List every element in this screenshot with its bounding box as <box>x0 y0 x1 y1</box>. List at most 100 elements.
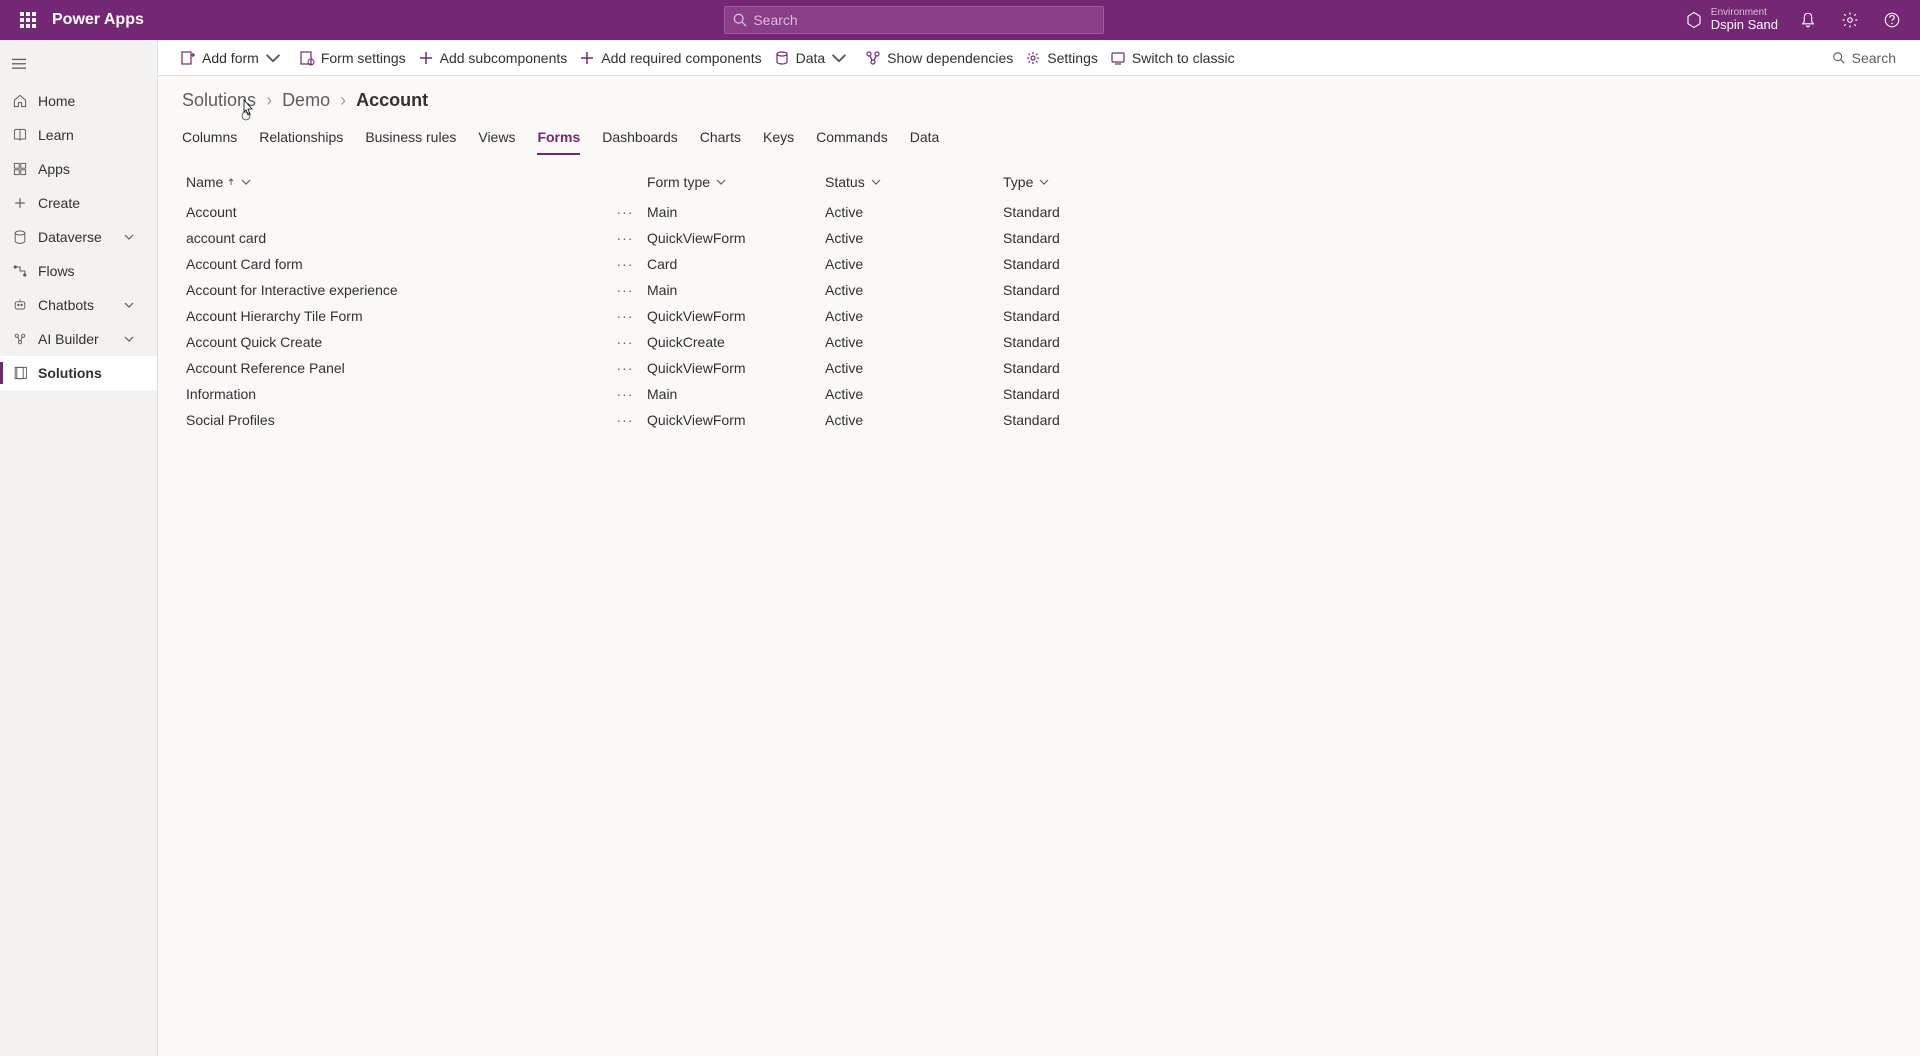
table-row[interactable]: Account Reference Panel···QuickViewFormA… <box>182 355 1896 381</box>
table-header-row: Name Form type Status Type <box>182 173 1896 199</box>
row-form-type: QuickViewForm <box>647 360 825 376</box>
breadcrumb-demo[interactable]: Demo <box>282 90 330 111</box>
chevron-down-icon <box>123 231 135 243</box>
row-more-button[interactable]: ··· <box>613 256 637 272</box>
tab-relationships[interactable]: Relationships <box>259 123 343 155</box>
row-more-button[interactable]: ··· <box>613 204 637 220</box>
row-more-button[interactable]: ··· <box>613 412 637 428</box>
row-type: Standard <box>1003 230 1896 246</box>
column-header-status[interactable]: Status <box>825 174 1003 190</box>
help-button[interactable] <box>1872 0 1912 40</box>
row-status: Active <box>825 230 1003 246</box>
row-name[interactable]: Account for Interactive experience <box>186 282 613 298</box>
chevron-down-icon <box>1039 177 1049 187</box>
show-dependencies-button[interactable]: Show dependencies <box>859 40 1019 76</box>
table-row[interactable]: Social Profiles···QuickViewFormActiveSta… <box>182 407 1896 433</box>
add-required-button[interactable]: Add required components <box>573 40 767 76</box>
dataverse-icon <box>12 229 28 245</box>
ai-builder-icon <box>12 331 28 347</box>
row-name[interactable]: Account Card form <box>186 256 613 272</box>
column-header-type[interactable]: Type <box>1003 174 1896 190</box>
column-header-name[interactable]: Name <box>182 174 647 190</box>
breadcrumb-separator: › <box>266 90 272 111</box>
table-row[interactable]: Account for Interactive experience···Mai… <box>182 277 1896 303</box>
settings-button[interactable]: Settings <box>1019 40 1104 76</box>
row-status: Active <box>825 334 1003 350</box>
row-name[interactable]: Account Hierarchy Tile Form <box>186 308 613 324</box>
sidebar-item-create[interactable]: Create <box>0 186 157 220</box>
notifications-button[interactable] <box>1788 0 1828 40</box>
switch-classic-button[interactable]: Switch to classic <box>1104 40 1241 76</box>
row-name[interactable]: account card <box>186 230 613 246</box>
row-more-button[interactable]: ··· <box>613 282 637 298</box>
row-name[interactable]: Account Reference Panel <box>186 360 613 376</box>
tab-data[interactable]: Data <box>910 123 940 155</box>
add-form-button[interactable]: Add form <box>174 40 293 76</box>
sidebar-item-ai-builder[interactable]: AI Builder <box>0 322 157 356</box>
breadcrumb-solutions[interactable]: Solutions <box>182 90 256 111</box>
table-row[interactable]: Account Quick Create···QuickCreateActive… <box>182 329 1896 355</box>
sidebar-item-flows[interactable]: Flows <box>0 254 157 288</box>
tab-dashboards[interactable]: Dashboards <box>602 123 678 155</box>
global-search[interactable] <box>724 6 1104 34</box>
row-type: Standard <box>1003 360 1896 376</box>
environment-picker[interactable]: Environment Dspin Sand <box>1685 7 1778 32</box>
global-search-input[interactable] <box>753 12 1095 28</box>
table-row[interactable]: account card···QuickViewFormActiveStanda… <box>182 225 1896 251</box>
column-header-form-type[interactable]: Form type <box>647 174 825 190</box>
breadcrumb-current: Account <box>356 90 428 111</box>
add-subcomponents-button[interactable]: Add subcomponents <box>412 40 574 76</box>
row-status: Active <box>825 204 1003 220</box>
row-name[interactable]: Social Profiles <box>186 412 613 428</box>
chatbots-icon <box>12 297 28 313</box>
sidebar-item-label: Dataverse <box>38 229 123 245</box>
settings-button[interactable] <box>1830 0 1870 40</box>
breadcrumb-separator: › <box>340 90 346 111</box>
form-settings-button[interactable]: Form settings <box>293 40 412 76</box>
tab-charts[interactable]: Charts <box>700 123 741 155</box>
row-name[interactable]: Account Quick Create <box>186 334 613 350</box>
main-content: Add form Form settings Add subcomponents… <box>158 40 1920 1056</box>
data-button[interactable]: Data <box>768 40 860 76</box>
sidebar-item-solutions[interactable]: Solutions <box>0 356 157 390</box>
row-more-button[interactable]: ··· <box>613 334 637 350</box>
tab-keys[interactable]: Keys <box>763 123 794 155</box>
row-name[interactable]: Information <box>186 386 613 402</box>
sidebar-item-learn[interactable]: Learn <box>0 118 157 152</box>
table-row[interactable]: Account···MainActiveStandard <box>182 199 1896 225</box>
breadcrumb: Solutions › Demo › Account <box>158 76 1920 117</box>
hamburger-icon <box>12 57 26 71</box>
data-icon <box>774 50 790 66</box>
sidebar-item-home[interactable]: Home <box>0 84 157 118</box>
sidebar-item-chatbots[interactable]: Chatbots <box>0 288 157 322</box>
sidebar-item-label: Solutions <box>38 365 145 381</box>
row-status: Active <box>825 256 1003 272</box>
home-icon <box>12 93 28 109</box>
row-more-button[interactable]: ··· <box>613 386 637 402</box>
solutions-icon <box>12 365 28 381</box>
sidebar-item-label: Apps <box>38 161 145 177</box>
row-form-type: QuickViewForm <box>647 308 825 324</box>
row-form-type: Main <box>647 386 825 402</box>
tab-forms[interactable]: Forms <box>537 123 580 155</box>
row-more-button[interactable]: ··· <box>613 230 637 246</box>
row-name[interactable]: Account <box>186 204 613 220</box>
table-row[interactable]: Account Card form···CardActiveStandard <box>182 251 1896 277</box>
learn-icon <box>12 127 28 143</box>
tab-columns[interactable]: Columns <box>182 123 237 155</box>
tab-business-rules[interactable]: Business rules <box>365 123 456 155</box>
command-search[interactable]: Search <box>1824 50 1904 66</box>
sidebar-item-dataverse[interactable]: Dataverse <box>0 220 157 254</box>
waffle-menu[interactable] <box>8 12 48 28</box>
table-row[interactable]: Information···MainActiveStandard <box>182 381 1896 407</box>
row-more-button[interactable]: ··· <box>613 360 637 376</box>
add-form-icon <box>180 50 196 66</box>
row-more-button[interactable]: ··· <box>613 308 637 324</box>
tab-views[interactable]: Views <box>478 123 515 155</box>
table-row[interactable]: Account Hierarchy Tile Form··· QuickViewF… <box>182 303 1896 329</box>
entity-tabs: Columns Relationships Business rules Vie… <box>158 123 1920 155</box>
waffle-icon <box>20 12 36 28</box>
tab-commands[interactable]: Commands <box>816 123 888 155</box>
sidebar-toggle[interactable] <box>0 48 157 80</box>
sidebar-item-apps[interactable]: Apps <box>0 152 157 186</box>
